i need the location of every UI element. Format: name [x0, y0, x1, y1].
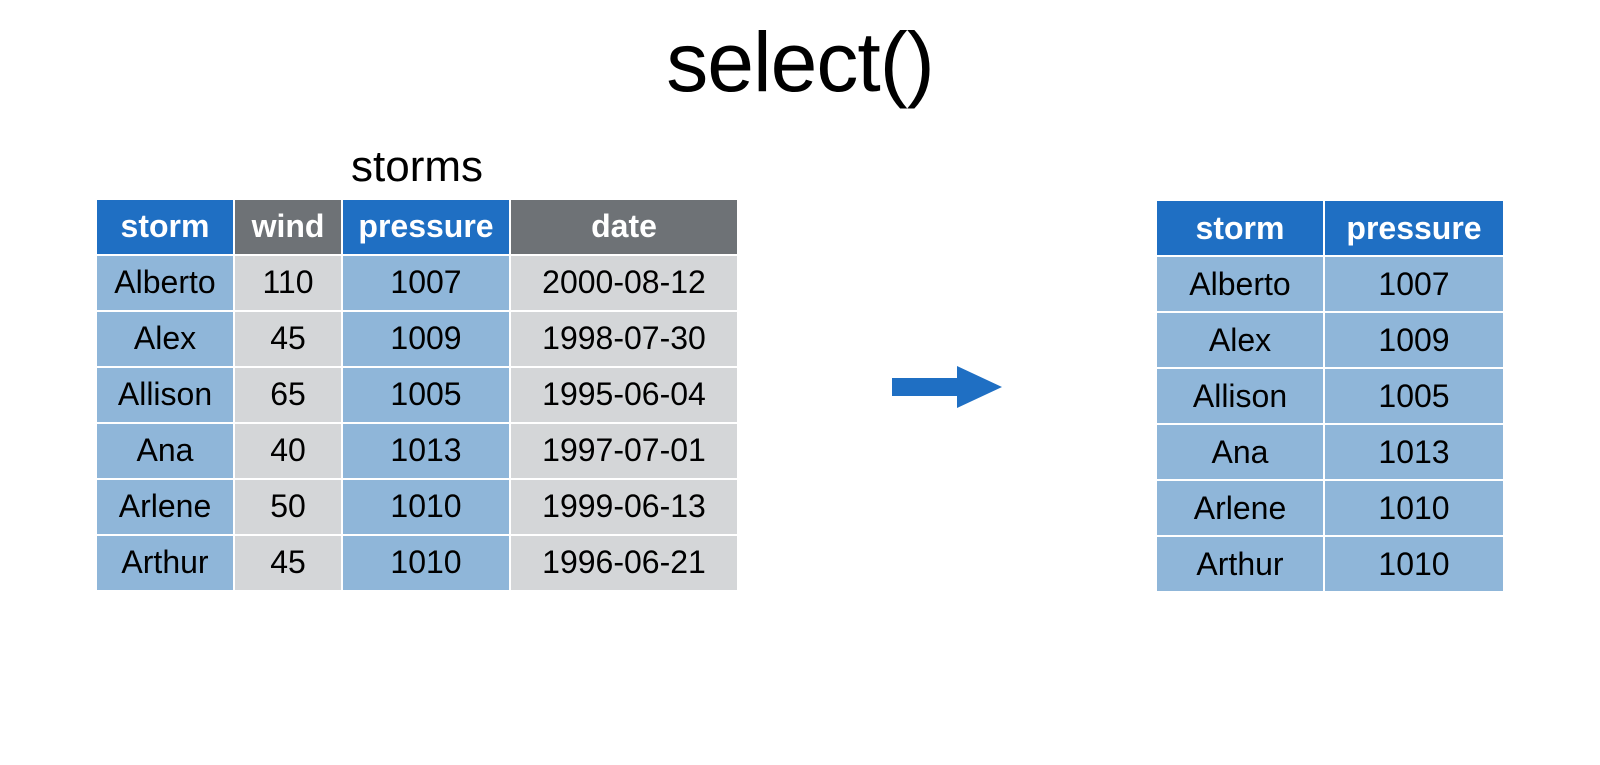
- slide: select() storms storm wind pressure date…: [0, 0, 1600, 765]
- left-table-block: storms storm wind pressure date Alberto …: [95, 142, 739, 592]
- table-row: Arthur 45 1010 1996-06-21: [96, 535, 738, 591]
- cell: 1013: [342, 423, 510, 479]
- arrow-right-icon: [892, 362, 1002, 412]
- cell: 1005: [1324, 368, 1504, 424]
- cell: Alberto: [96, 255, 234, 311]
- cell: 1013: [1324, 424, 1504, 480]
- table-header-row: storm pressure: [1156, 200, 1504, 256]
- cell: 1996-06-21: [510, 535, 738, 591]
- cell: Allison: [1156, 368, 1324, 424]
- cell: Alex: [1156, 312, 1324, 368]
- table-row: Arlene 50 1010 1999-06-13: [96, 479, 738, 535]
- cell: 1010: [1324, 480, 1504, 536]
- col-header-wind: wind: [234, 199, 342, 255]
- left-table: storm wind pressure date Alberto 110 100…: [95, 198, 739, 592]
- table-row: Allison 1005: [1156, 368, 1504, 424]
- table-row: Allison 65 1005 1995-06-04: [96, 367, 738, 423]
- table-row: Alberto 1007: [1156, 256, 1504, 312]
- tables-container: storms storm wind pressure date Alberto …: [95, 140, 1505, 593]
- cell: Arlene: [96, 479, 234, 535]
- cell: 1998-07-30: [510, 311, 738, 367]
- cell: Alberto: [1156, 256, 1324, 312]
- table-row: Alex 1009: [1156, 312, 1504, 368]
- arrow-container: [892, 322, 1002, 412]
- cell: 1010: [1324, 536, 1504, 592]
- table-row: Alberto 110 1007 2000-08-12: [96, 255, 738, 311]
- col-header-storm: storm: [1156, 200, 1324, 256]
- cell: 1010: [342, 479, 510, 535]
- cell: 1997-07-01: [510, 423, 738, 479]
- cell: 1009: [342, 311, 510, 367]
- right-table-block: storm pressure Alberto 1007 Alex 1009 Al…: [1155, 140, 1505, 593]
- cell: Allison: [96, 367, 234, 423]
- cell: Ana: [1156, 424, 1324, 480]
- table-row: Ana 1013: [1156, 424, 1504, 480]
- cell: 1010: [342, 535, 510, 591]
- left-table-caption: storms: [351, 142, 483, 192]
- cell: Arthur: [96, 535, 234, 591]
- table-row: Alex 45 1009 1998-07-30: [96, 311, 738, 367]
- col-header-pressure: pressure: [1324, 200, 1504, 256]
- cell: 1999-06-13: [510, 479, 738, 535]
- table-row: Arlene 1010: [1156, 480, 1504, 536]
- cell: 1005: [342, 367, 510, 423]
- cell: 40: [234, 423, 342, 479]
- cell: 110: [234, 255, 342, 311]
- col-header-storm: storm: [96, 199, 234, 255]
- cell: 45: [234, 535, 342, 591]
- cell: 45: [234, 311, 342, 367]
- cell: Alex: [96, 311, 234, 367]
- cell: 1007: [1324, 256, 1504, 312]
- cell: 1009: [1324, 312, 1504, 368]
- col-header-pressure: pressure: [342, 199, 510, 255]
- table-row: Arthur 1010: [1156, 536, 1504, 592]
- cell: Arlene: [1156, 480, 1324, 536]
- col-header-date: date: [510, 199, 738, 255]
- cell: 65: [234, 367, 342, 423]
- cell: Ana: [96, 423, 234, 479]
- right-table: storm pressure Alberto 1007 Alex 1009 Al…: [1155, 199, 1505, 593]
- table-header-row: storm wind pressure date: [96, 199, 738, 255]
- table-row: Ana 40 1013 1997-07-01: [96, 423, 738, 479]
- page-title: select(): [0, 14, 1600, 111]
- cell: Arthur: [1156, 536, 1324, 592]
- cell: 1007: [342, 255, 510, 311]
- cell: 50: [234, 479, 342, 535]
- cell: 1995-06-04: [510, 367, 738, 423]
- cell: 2000-08-12: [510, 255, 738, 311]
